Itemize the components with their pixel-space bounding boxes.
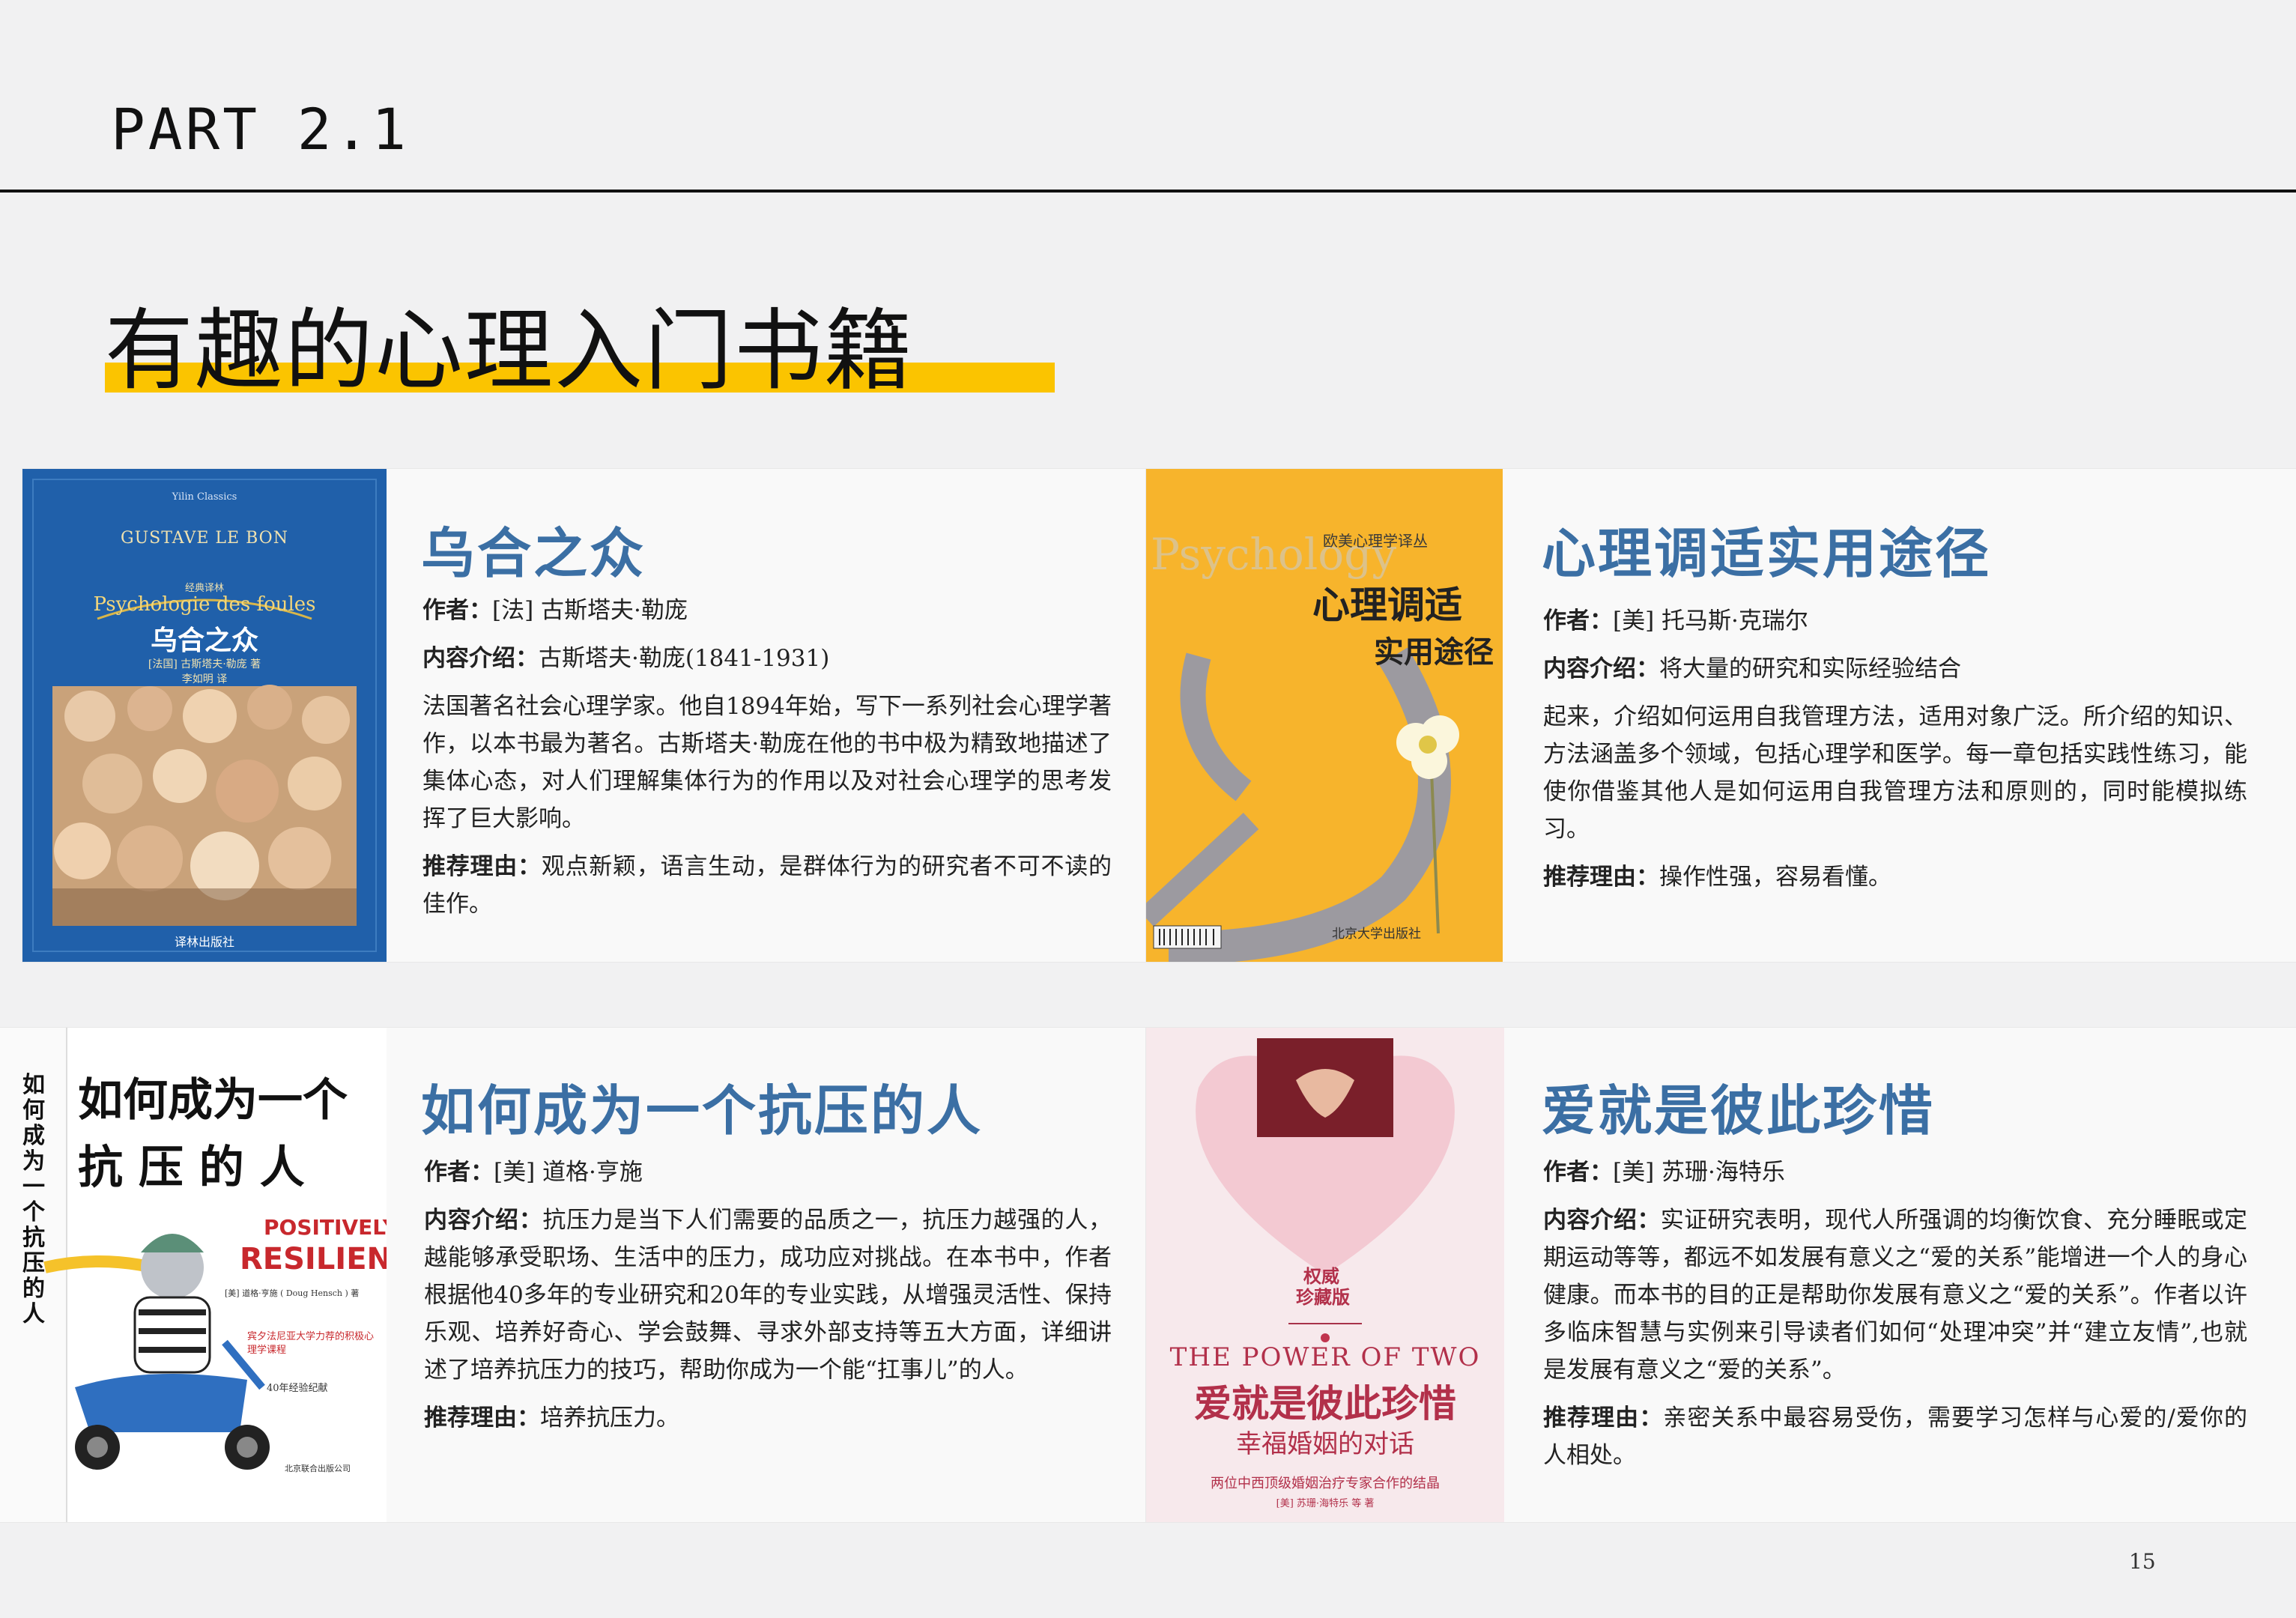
cover-2-publisher: 北京大学出版社 xyxy=(1332,927,1421,942)
author-line: 作者：[美] 道格·亨施 xyxy=(424,1159,643,1186)
reason-line: 推荐理由：观点新颖，语言生动，是群体行为的研究者不可不读的佳作。 xyxy=(422,853,1112,918)
crowd-painting xyxy=(52,685,357,926)
intro-body: 起来，介绍如何运用自我管理方法，适用对象广泛。所介绍的知识、方法涵盖多个领域，包… xyxy=(1543,703,2247,843)
book-title-4: 爱就是彼此珍惜 xyxy=(1542,1079,1936,1142)
cover-3-en-2: RESILIENT xyxy=(240,1242,387,1276)
book-title-2: 心理调适实用途径 xyxy=(1542,522,1992,585)
author-line: 作者：[法] 古斯塔夫·勒庞 xyxy=(422,597,688,624)
cover-1-author: GUSTAVE LE BON xyxy=(121,529,288,548)
cover-4-badge-2: 珍藏版 xyxy=(1296,1286,1350,1308)
cover-4-credit: [美] 苏珊·海特乐 等 著 xyxy=(1276,1498,1375,1509)
intro-line: 内容介绍：古斯塔夫·勒庞(1841-1931) xyxy=(422,645,830,672)
cover-1-credit: [法国] 古斯塔夫·勒庞 著 xyxy=(148,658,261,670)
cover-2-title-1: 心理调适 xyxy=(1312,583,1462,627)
cover-3-title-2: 抗 压 的 人 xyxy=(78,1142,305,1194)
book-info-4: 作者：[美] 苏珊·海特乐 内容介绍：实证研究表明，现代人所强调的均衡饮食、充分… xyxy=(1543,1154,2247,1485)
book-title-3: 如何成为一个抗压的人 xyxy=(421,1079,984,1142)
author-line: 作者：[美] 苏珊·海特乐 xyxy=(1543,1159,1785,1186)
cover-1-subtitle: 经典译林 xyxy=(184,583,224,594)
cover-3-tagline: 宾夕法尼亚大学力荐的积极心理学课程 xyxy=(247,1331,375,1356)
cover-1-publisher: 译林出版社 xyxy=(174,935,234,949)
book-info-3: 作者：[美] 道格·亨施 内容介绍：抗压力是当下人们需要的品质之一，抗压力越强的… xyxy=(424,1154,1112,1447)
book-cover-2: Psychology 欧美心理学译丛 心理调适 实用途径 北京大学出版社 xyxy=(1146,469,1503,962)
cover-3-en-1: POSITIVELY xyxy=(264,1215,387,1240)
cover-3-note: 40年经验纪献 xyxy=(267,1383,328,1394)
book-cover-1: Yilin Classics GUSTAVE LE BON 经典译林 Psych… xyxy=(22,469,387,962)
cover-3-credit: [美] 道格·亨施 ( Doug Hensch ) 著 xyxy=(225,1288,360,1298)
book-cover-4: 权威 珍藏版 THE POWER OF TWO 爱就是彼此珍惜 幸福婚姻的对话 … xyxy=(1146,1028,1504,1522)
cover-2-series: 欧美心理学译丛 xyxy=(1323,532,1428,550)
cover-1-title-fr: Psychologie des foules xyxy=(93,593,316,616)
intro-line: 内容介绍：抗压力是当下人们需要的品质之一，抗压力越强的人，越能够承受职场、生活中… xyxy=(424,1207,1112,1384)
reason-line: 推荐理由：操作性强，容易看懂。 xyxy=(1543,864,1891,891)
cover-3-spine: 如何成为一个抗压的人 xyxy=(22,1072,45,1327)
intro-body: 法国著名社会心理学家。他自1894年始，写下一系列社会心理学著作，以本书最为著名… xyxy=(422,693,1112,832)
cover-1-series: Yilin Classics xyxy=(172,491,237,503)
header-divider xyxy=(0,190,2296,193)
cover-1-title-cn: 乌合之众 xyxy=(150,625,258,656)
reason-line: 推荐理由：培养抗压力。 xyxy=(424,1405,679,1431)
book-info-1: 作者：[法] 古斯塔夫·勒庞 内容介绍：古斯塔夫·勒庞(1841-1931) 法… xyxy=(422,592,1112,933)
page-number: 15 xyxy=(2129,1549,2156,1574)
book-title-1: 乌合之众 xyxy=(421,522,646,585)
book-info-2: 作者：[美] 托马斯·克瑞尔 内容介绍：将大量的研究和实际经验结合 起来，介绍如… xyxy=(1543,602,2247,906)
intro-line: 内容介绍：实证研究表明，现代人所强调的均衡饮食、充分睡眠或定期运动等等，都远不如… xyxy=(1543,1207,2248,1384)
book-cover-3: 如何成为一个抗压的人 如何成为一个 抗 压 的 人 POSITIVELY RES… xyxy=(0,1028,387,1522)
intro-line: 内容介绍：将大量的研究和实际经验结合 xyxy=(1543,655,1961,682)
cover-4-subtitle: 幸福婚姻的对话 xyxy=(1236,1429,1414,1459)
cover-3-publisher: 北京联合出版公司 xyxy=(285,1464,351,1473)
cover-2-title-2: 实用途径 xyxy=(1374,634,1494,670)
part-label: PART 2.1 xyxy=(111,96,410,163)
cover-1-translator: 李如明 译 xyxy=(181,673,228,685)
author-line: 作者：[美] 托马斯·克瑞尔 xyxy=(1543,607,1808,634)
page-title: 有趣的心理入门书籍 xyxy=(105,299,915,402)
cover-4-tagline: 两位中西顶级婚姻治疗专家合作的结晶 xyxy=(1211,1476,1440,1491)
cover-4-title-cn: 爱就是彼此珍惜 xyxy=(1194,1381,1456,1425)
cover-3-title-1: 如何成为一个 xyxy=(78,1074,348,1127)
cover-4-en-title: THE POWER OF TWO xyxy=(1169,1342,1481,1372)
reason-line: 推荐理由：亲密关系中最容易受伤，需要学习怎样与心爱的/爱你的人相处。 xyxy=(1543,1405,2248,1469)
